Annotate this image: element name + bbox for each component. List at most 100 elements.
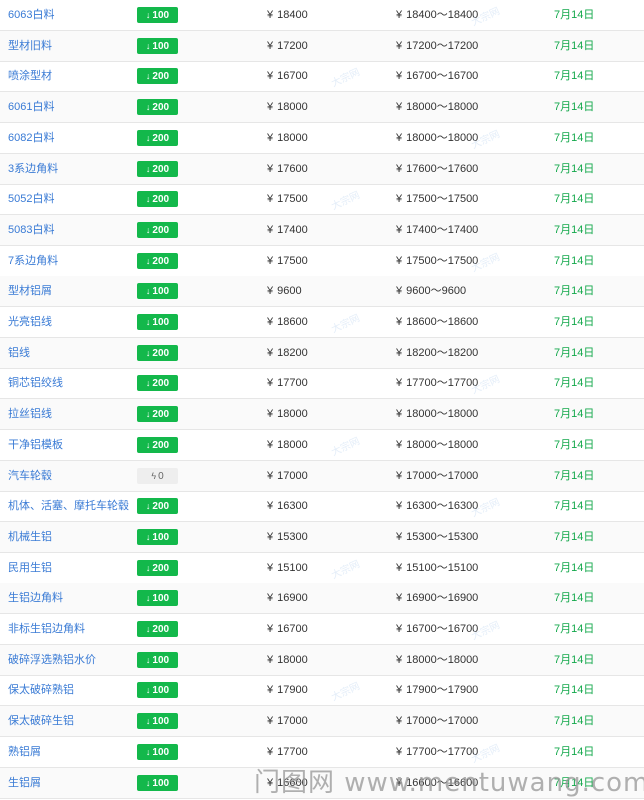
date-cell: 7月14日 (554, 39, 595, 52)
change-cell: ϟ0 (137, 467, 178, 484)
date-cell: 7月14日 (554, 193, 595, 206)
product-name-link[interactable]: 熟铝屑 (8, 737, 41, 767)
price-value: 16300 (277, 500, 308, 513)
change-badge: ↓ 100 (137, 682, 178, 699)
date-cell: 7月14日 (554, 469, 595, 482)
range-cell: ¥18000～18000 (396, 645, 478, 675)
product-name-link[interactable]: 干净铝模板 (8, 430, 63, 460)
product-name-link[interactable]: 铝线 (8, 338, 30, 368)
arrow-down-icon: ↓ (145, 562, 151, 573)
range-value: 17200～17200 (406, 39, 479, 52)
currency-symbol: ¥ (396, 408, 403, 421)
change-cell: ↓ 200 (137, 375, 178, 392)
currency-symbol: ¥ (267, 500, 274, 513)
change-badge: ↓ 100 (137, 713, 178, 730)
range-value: 17700～17700 (406, 745, 479, 758)
product-name-link[interactable]: 5052白料 (8, 184, 54, 214)
price-value: 16700 (277, 70, 308, 83)
date-cell: 7月14日 (554, 346, 595, 359)
price-value: 17400 (277, 223, 308, 236)
change-badge: ↓ 200 (137, 344, 178, 361)
price-value: 17500 (277, 254, 308, 267)
product-name-link[interactable]: 6063白料 (8, 0, 54, 30)
product-name-link[interactable]: 光亮铝线 (8, 307, 52, 337)
price-cell: ¥18000 (267, 430, 308, 460)
product-name-link[interactable]: 7系边角料 (8, 246, 58, 276)
price-value: 18000 (277, 653, 308, 666)
currency-symbol: ¥ (396, 776, 403, 789)
price-cell: ¥16700 (267, 61, 308, 91)
table-row: 汽车轮毂 ϟ 0 ¥17000 ¥17000～17000 7月14日 (0, 460, 644, 492)
table-row: 机械生铝 ↓ 100 ¥15300 ¥15300～15300 7月14日 (0, 521, 644, 553)
currency-symbol: ¥ (267, 653, 274, 666)
table-row: 保太破碎熟铝 ↓ 100 ¥17900 ¥17900～17900 7月14日 大宗网 (0, 675, 644, 707)
change-value: 200 (152, 624, 170, 635)
range-value: 16300～16300 (406, 500, 479, 513)
product-name-link[interactable]: 非标生铝边角料 (8, 614, 85, 644)
price-value: 17700 (277, 377, 308, 390)
table-row: 型材旧料 ↓ 100 ¥17200 ¥17200～17200 7月14日 (0, 30, 644, 62)
product-name-link[interactable]: 机体、活塞、摩托车轮毂 (8, 491, 129, 521)
product-name-link[interactable]: 生铝边角料 (8, 583, 63, 613)
change-cell: ↓ 200 (137, 191, 178, 208)
table-row: 光亮铝线 ↓ 100 ¥18600 ¥18600～18600 7月14日 大宗网 (0, 307, 644, 338)
price-cell: ¥17500 (267, 246, 308, 276)
date-cell: 7月14日 (554, 408, 595, 421)
range-cell: ¥18000～18000 (396, 430, 478, 460)
change-cell: ↓ 100 (137, 7, 178, 23)
arrow-down-icon: ↓ (145, 71, 151, 82)
arrow-down-icon: ↓ (145, 40, 151, 51)
currency-symbol: ¥ (267, 39, 274, 52)
change-value: 100 (152, 317, 170, 328)
currency-symbol: ¥ (267, 438, 274, 451)
price-cell: ¥18000 (267, 645, 308, 675)
table-row: 6082白料 ↓ 200 ¥18000 ¥18000～18000 7月14日 大宗网 (0, 123, 644, 154)
product-name-link[interactable]: 喷涂型材 (8, 61, 52, 91)
currency-symbol: ¥ (396, 653, 403, 666)
arrow-down-icon: ↓ (145, 102, 151, 113)
product-name-link[interactable]: 机械生铝 (8, 522, 52, 552)
product-name-link[interactable]: 6082白料 (8, 123, 54, 153)
change-value: 0 (158, 470, 164, 482)
currency-symbol: ¥ (396, 530, 403, 543)
product-name-link[interactable]: 型材铝屑 (8, 276, 52, 306)
product-name-link[interactable]: 拉丝铝线 (8, 399, 52, 429)
change-value: 200 (152, 501, 170, 513)
change-cell: ↓ 100 (137, 651, 178, 668)
product-name-link[interactable]: 铜芯铝绞线 (8, 368, 63, 398)
change-cell: ↓ 200 (137, 221, 178, 238)
product-name-link[interactable]: 保太破碎熟铝 (8, 675, 74, 705)
range-value: 17000～17000 (406, 715, 479, 728)
change-badge: ↓ 100 (137, 528, 178, 545)
range-cell: ¥17000～17000 (396, 461, 478, 491)
range-cell: ¥18400～18400 (396, 0, 478, 30)
currency-symbol: ¥ (396, 684, 403, 697)
change-badge: ↓ 100 (137, 7, 178, 23)
price-value: 18200 (277, 346, 308, 359)
range-cell: ¥17700～17700 (396, 737, 478, 767)
date-cell: 7月14日 (554, 223, 595, 236)
product-name-link[interactable]: 6061白料 (8, 92, 54, 122)
currency-symbol: ¥ (396, 39, 403, 52)
product-name-link[interactable]: 5083白料 (8, 215, 54, 245)
arrow-down-icon: ↓ (145, 317, 151, 327)
product-name-link[interactable]: 型材旧料 (8, 31, 52, 61)
product-name-link[interactable]: 3系边角料 (8, 154, 58, 184)
change-cell: ↓ 200 (137, 559, 178, 576)
currency-symbol: ¥ (267, 254, 274, 267)
product-name-link[interactable]: 生铝屑 (8, 768, 41, 798)
price-cell: ¥16300 (267, 491, 308, 521)
change-value: 100 (152, 531, 170, 543)
product-name-link[interactable]: 民用生铝 (8, 553, 52, 583)
change-value: 200 (152, 224, 170, 236)
change-value: 200 (152, 132, 170, 144)
range-cell: ¥18000～18000 (396, 92, 478, 122)
product-name-link[interactable]: 保太破碎生铝 (8, 706, 74, 736)
currency-symbol: ¥ (396, 500, 403, 513)
change-cell: ↓ 200 (137, 344, 178, 361)
product-name-link[interactable]: 汽车轮毂 (8, 461, 52, 491)
change-cell: ↓ 200 (137, 99, 178, 116)
product-name-link[interactable]: 破碎浮选熟铝水价 (8, 645, 96, 675)
table-row: 型材铝屑 ↓ 100 ¥9600 ¥9600～9600 7月14日 (0, 276, 644, 308)
price-cell: ¥18600 (267, 307, 308, 337)
